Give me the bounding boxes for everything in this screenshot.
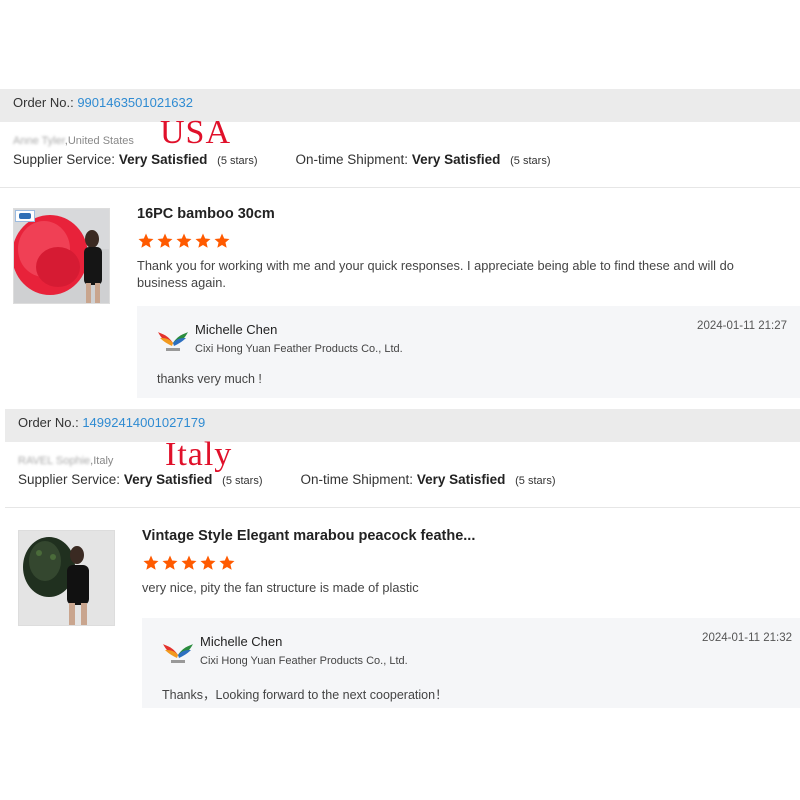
product-thumbnail[interactable] [13, 208, 110, 304]
buyer-block: Anne Tyler,United States USA Supplier Se… [0, 114, 800, 188]
country-stamp: Italy [165, 436, 233, 473]
review-comment: Thank you for working with me and your q… [137, 258, 734, 290]
product-row: Vintage Style Elegant marabou peacock fe… [5, 508, 800, 728]
shipment-label: On-time Shipment: [295, 152, 409, 167]
shipment-rating: On-time Shipment: Very Satisfied (5 star… [301, 472, 556, 487]
reply-text: thanks very much ! [157, 372, 262, 386]
supplier-service-stars: (5 stars) [217, 155, 258, 167]
review-card: Order No.: 9901463501021632 Anne Tyler,U… [0, 89, 800, 409]
order-bar: Order No.: 9901463501021632 [0, 89, 800, 122]
wings-logo-icon [158, 332, 188, 351]
star-icon [181, 555, 197, 570]
buyer-info: RAVEL Sophie,Italy [18, 442, 800, 472]
supplier-service-value: Very Satisfied [123, 472, 213, 487]
product-info: Vintage Style Elegant marabou peacock fe… [142, 528, 782, 596]
shipment-value: Very Satisfied [416, 472, 506, 487]
product-info: 16PC bamboo 30cm Thank you for working w… [137, 206, 777, 291]
shipment-label: On-time Shipment: [300, 472, 414, 487]
order-label: Order No.: [18, 415, 79, 430]
buyer-block: RAVEL Sophie,Italy Italy Supplier Servic… [5, 436, 800, 508]
supplier-service-stars: (5 stars) [222, 475, 263, 487]
service-ratings: Supplier Service: Very Satisfied (5 star… [13, 152, 800, 167]
star-icon [176, 233, 192, 248]
star-rating [137, 232, 777, 250]
reply-author-name: Michelle Chen [200, 634, 283, 649]
order-number-link[interactable]: 14992414001027179 [82, 415, 205, 430]
shipment-stars: (5 stars) [515, 475, 556, 487]
star-rating [142, 554, 782, 572]
shipment-rating: On-time Shipment: Very Satisfied (5 star… [296, 152, 551, 167]
reply-timestamp: 2024-01-11 21:32 [702, 632, 792, 644]
buyer-name: Anne Tyler [13, 135, 65, 147]
star-icon [138, 233, 154, 248]
star-icon [214, 233, 230, 248]
buyer-country: ,United States [64, 135, 134, 147]
reply-company-name: Cixi Hong Yuan Feather Products Co., Ltd… [200, 655, 408, 667]
review-comment: very nice, pity the fan structure is mad… [142, 580, 419, 595]
product-title[interactable]: 16PC bamboo 30cm [137, 206, 777, 222]
product-title[interactable]: Vintage Style Elegant marabou peacock fe… [142, 528, 782, 544]
reply-text: Thanks，Looking forward to the next coope… [162, 688, 448, 702]
reply-company-name: Cixi Hong Yuan Feather Products Co., Ltd… [195, 343, 403, 355]
service-ratings: Supplier Service: Very Satisfied (5 star… [18, 472, 800, 487]
review-card: Order No.: 14992414001027179 RAVEL Sophi… [5, 409, 800, 709]
product-row: 16PC bamboo 30cm Thank you for working w… [0, 188, 800, 408]
supplier-service-value: Very Satisfied [118, 152, 208, 167]
buyer-name: RAVEL Sophie [18, 455, 91, 467]
country-stamp: USA [160, 114, 232, 151]
badge-icon [15, 210, 35, 222]
seller-reply: Michelle Chen Cixi Hong Yuan Feather Pro… [137, 306, 800, 398]
supplier-service-label: Supplier Service: [18, 472, 121, 487]
star-icon [200, 555, 216, 570]
shipment-stars: (5 stars) [510, 155, 551, 167]
supplier-service-rating: Supplier Service: Very Satisfied (5 star… [18, 472, 263, 487]
black-feather-fan-image [19, 531, 114, 625]
order-number-link[interactable]: 9901463501021632 [77, 95, 193, 110]
seller-reply: Michelle Chen Cixi Hong Yuan Feather Pro… [142, 618, 800, 708]
buyer-info: Anne Tyler,United States [13, 122, 800, 152]
red-feather-fan-image [14, 209, 109, 303]
reply-timestamp: 2024-01-11 21:27 [697, 320, 787, 332]
buyer-country: ,Italy [90, 455, 114, 467]
shipment-value: Very Satisfied [411, 152, 501, 167]
product-thumbnail[interactable] [18, 530, 115, 626]
star-icon [219, 555, 235, 570]
order-bar: Order No.: 14992414001027179 [5, 409, 800, 442]
supplier-service-rating: Supplier Service: Very Satisfied (5 star… [13, 152, 258, 167]
star-icon [195, 233, 211, 248]
star-icon [162, 555, 178, 570]
reply-author-name: Michelle Chen [195, 322, 278, 337]
order-label: Order No.: [13, 95, 74, 110]
supplier-service-label: Supplier Service: [13, 152, 116, 167]
wings-logo-icon [163, 644, 193, 663]
star-icon [157, 233, 173, 248]
star-icon [143, 555, 159, 570]
